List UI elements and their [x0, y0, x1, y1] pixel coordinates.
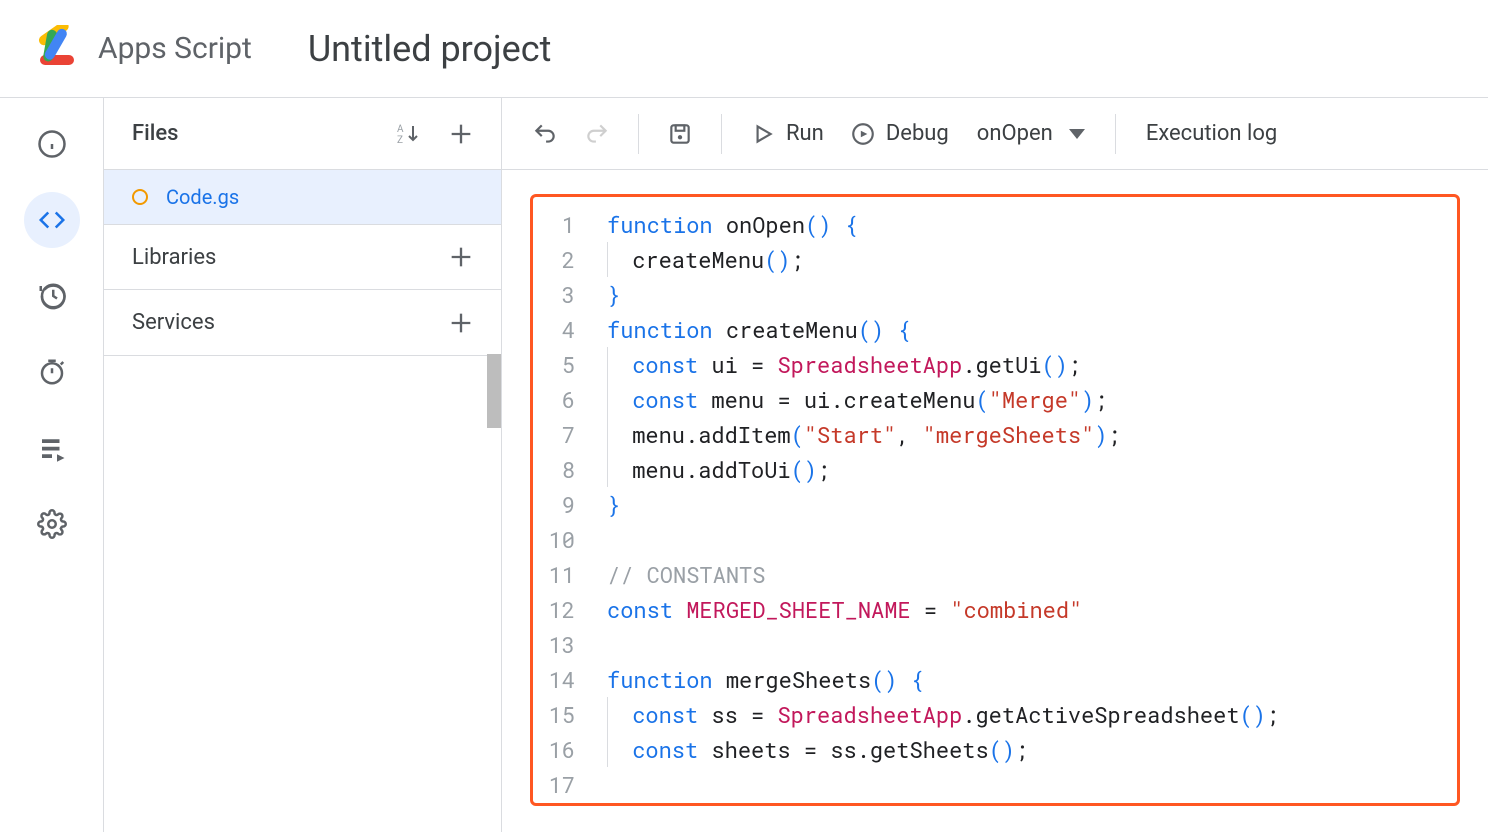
- left-navigation-rail: [0, 98, 104, 832]
- sort-files-button[interactable]: AZ: [387, 114, 427, 154]
- redo-button[interactable]: [576, 115, 618, 153]
- history-nav-button[interactable]: [24, 268, 80, 324]
- files-panel-header: Files AZ: [104, 98, 501, 170]
- line-number-gutter: 1234567891011121314151617: [533, 207, 589, 802]
- toolbar-divider: [721, 114, 722, 154]
- triggers-nav-button[interactable]: [24, 344, 80, 400]
- brand-name: Apps Script: [98, 31, 252, 66]
- file-name-label: Code.gs: [166, 185, 239, 209]
- add-file-button[interactable]: [441, 114, 481, 154]
- run-button[interactable]: Run: [742, 115, 832, 153]
- file-item-code-gs[interactable]: Code.gs: [104, 170, 501, 224]
- overview-nav-button[interactable]: [24, 116, 80, 172]
- executions-nav-button[interactable]: [24, 420, 80, 476]
- libraries-section[interactable]: Libraries: [104, 224, 501, 290]
- run-label: Run: [786, 121, 824, 146]
- settings-nav-button[interactable]: [24, 496, 80, 552]
- svg-text:Z: Z: [397, 135, 403, 146]
- code-highlight-frame: 1234567891011121314151617 function onOpe…: [530, 194, 1460, 806]
- services-section[interactable]: Services: [104, 290, 501, 356]
- toolbar-divider: [1115, 114, 1116, 154]
- code-lines[interactable]: function onOpen() { createMenu();}functi…: [589, 207, 1279, 802]
- files-panel-title: Files: [132, 121, 178, 146]
- debug-button[interactable]: Debug: [842, 115, 957, 153]
- app-header: Apps Script Untitled project: [0, 0, 1488, 98]
- project-title[interactable]: Untitled project: [308, 28, 552, 70]
- debug-label: Debug: [886, 121, 949, 146]
- svg-text:A: A: [397, 124, 404, 135]
- code-editor[interactable]: 1234567891011121314151617 function onOpe…: [533, 207, 1457, 802]
- apps-script-logo-icon: [32, 25, 80, 73]
- editor-toolbar: Run Debug onOpen Execution log: [502, 98, 1488, 170]
- add-library-button[interactable]: [441, 237, 481, 277]
- chevron-down-icon: [1069, 129, 1085, 139]
- add-service-button[interactable]: [441, 303, 481, 343]
- undo-button[interactable]: [524, 115, 566, 153]
- unsaved-indicator-icon: [132, 189, 148, 205]
- libraries-label: Libraries: [132, 245, 216, 270]
- files-sidebar: Files AZ Code.gs Libraries Services: [104, 98, 502, 832]
- editor-area: Run Debug onOpen Execution log 123456789…: [502, 98, 1488, 832]
- editor-nav-button[interactable]: [24, 192, 80, 248]
- function-select-dropdown[interactable]: onOpen: [967, 115, 1095, 152]
- execution-log-label: Execution log: [1146, 121, 1277, 146]
- toolbar-divider: [638, 114, 639, 154]
- save-button[interactable]: [659, 115, 701, 153]
- function-selected-label: onOpen: [977, 121, 1053, 146]
- execution-log-button[interactable]: Execution log: [1136, 115, 1287, 152]
- services-label: Services: [132, 310, 215, 335]
- sidebar-scrollbar[interactable]: [487, 354, 501, 428]
